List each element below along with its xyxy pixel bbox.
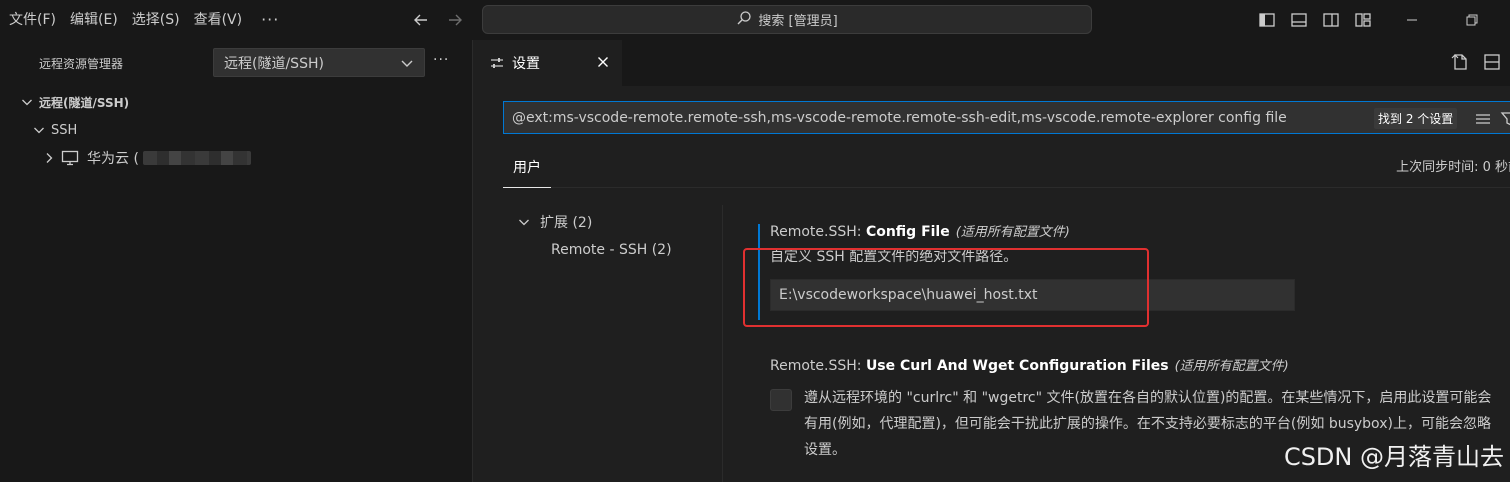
filter-icon[interactable] [1500, 110, 1510, 132]
tree-item-host[interactable]: 华为云 ( [15, 144, 473, 172]
chevron-down-icon [518, 216, 534, 228]
editor-actions [1450, 52, 1502, 76]
tab-bar: 设置 [474, 40, 1510, 86]
highlight-annotation [743, 248, 1149, 327]
tree-section-remote[interactable]: 远程(隧道/SSH) [15, 88, 473, 116]
settings-sliders-icon [490, 56, 504, 70]
menu-edit[interactable]: 编辑(E) [63, 0, 125, 40]
setting-category: Remote.SSH: [770, 358, 866, 374]
toc-item-extensions[interactable]: 扩展 (2) [518, 208, 718, 236]
tree-group-label: SSH [51, 122, 78, 138]
toc-item-remote-ssh[interactable]: Remote - SSH (2) [518, 236, 718, 264]
host-label: 华为云 ( [87, 151, 139, 167]
forward-arrow-icon[interactable] [444, 9, 466, 31]
monitor-icon [61, 150, 79, 166]
toggle-primary-sidebar-icon[interactable] [1256, 9, 1278, 31]
remote-tree: 远程(隧道/SSH) SSH 华为云 ( [15, 88, 473, 172]
customize-layout-icon[interactable] [1352, 9, 1374, 31]
command-center-search[interactable]: 搜索 [管理员] [482, 5, 1092, 34]
title-bar: 文件(F) 编辑(E) 选择(S) 查看(V) ··· 搜索 [管理员] [0, 0, 1510, 40]
search-actions [1474, 110, 1510, 132]
search-icon [736, 10, 752, 30]
setting-title: Remote.SSH: Config File (适用所有配置文件) [760, 220, 1500, 245]
setting-title: Remote.SSH: Use Curl And Wget Configurat… [760, 354, 1500, 379]
use-curl-wget-checkbox[interactable] [770, 389, 792, 411]
setting-name: Config File [865, 224, 950, 240]
setting-category: Remote.SSH: [770, 224, 866, 240]
setting-scope: (适用所有配置文件) [1174, 359, 1289, 374]
setting-name: Use Curl And Wget Configuration Files [865, 358, 1169, 374]
open-settings-json-icon[interactable] [1450, 52, 1470, 76]
clear-filter-icon[interactable] [1474, 110, 1492, 132]
chevron-down-icon [19, 94, 35, 110]
menu-selection[interactable]: 选择(S) [125, 0, 187, 40]
sidebar-title: 远程资源管理器 [39, 57, 124, 71]
settings-search-value: @ext:ms-vscode-remote.remote-ssh,ms-vsco… [512, 109, 1287, 126]
activity-bar [0, 40, 15, 482]
settings-toc: 扩展 (2) Remote - SSH (2) [518, 208, 718, 264]
result-count-badge: 找到 2 个设置 [1374, 108, 1458, 129]
tree-section-label: 远程(隧道/SSH) [39, 95, 130, 110]
tree-group-ssh[interactable]: SSH [15, 116, 473, 144]
remote-explorer-sidebar: 远程资源管理器 远程(隧道/SSH) ··· 远程(隧道/SSH) SSH 华为… [15, 40, 473, 482]
sidebar-header: 远程资源管理器 远程(隧道/SSH) ··· [15, 40, 473, 86]
menu-view[interactable]: 查看(V) [187, 0, 250, 40]
toc-label: 扩展 (2) [540, 215, 593, 231]
sync-status: 上次同步时间: 0 秒前 [1396, 160, 1510, 175]
menu-bar: 文件(F) 编辑(E) 选择(S) 查看(V) ··· [0, 0, 291, 40]
navigation-controls [410, 0, 466, 40]
toggle-secondary-sidebar-icon[interactable] [1320, 9, 1342, 31]
toc-divider [722, 205, 723, 482]
close-icon[interactable] [596, 55, 610, 69]
command-center-label: 搜索 [管理员] [758, 14, 838, 29]
tab-user-settings[interactable]: 用户 [503, 148, 551, 188]
csdn-watermark: CSDN @月落青山去 [1283, 443, 1504, 471]
sidebar-more-button[interactable]: ··· [433, 52, 449, 68]
toc-label: Remote - SSH (2) [551, 242, 672, 258]
setting-scope: (适用所有配置文件) [955, 225, 1070, 240]
redacted-host-address [142, 151, 251, 165]
chevron-down-icon [31, 122, 47, 138]
tab-settings[interactable]: 设置 [474, 40, 622, 86]
window-controls [1394, 0, 1490, 40]
chevron-down-icon [400, 56, 414, 74]
toggle-panel-icon[interactable] [1288, 9, 1310, 31]
chevron-right-icon [41, 150, 57, 166]
remote-type-select[interactable]: 远程(隧道/SSH) [213, 48, 425, 77]
minimize-icon[interactable] [1394, 0, 1430, 40]
restore-icon[interactable] [1454, 0, 1490, 40]
settings-search-input[interactable]: @ext:ms-vscode-remote.remote-ssh,ms-vsco… [503, 101, 1510, 134]
settings-scope-tabs: 用户 上次同步时间: 0 秒前 [503, 148, 1510, 188]
menu-file[interactable]: 文件(F) [2, 0, 63, 40]
remote-type-value: 远程(隧道/SSH) [224, 55, 324, 72]
menu-more-button[interactable]: ··· [249, 0, 291, 40]
back-arrow-icon[interactable] [410, 9, 432, 31]
split-editor-icon[interactable] [1482, 52, 1502, 76]
layout-controls [1256, 0, 1374, 40]
tab-label: 设置 [512, 56, 540, 72]
